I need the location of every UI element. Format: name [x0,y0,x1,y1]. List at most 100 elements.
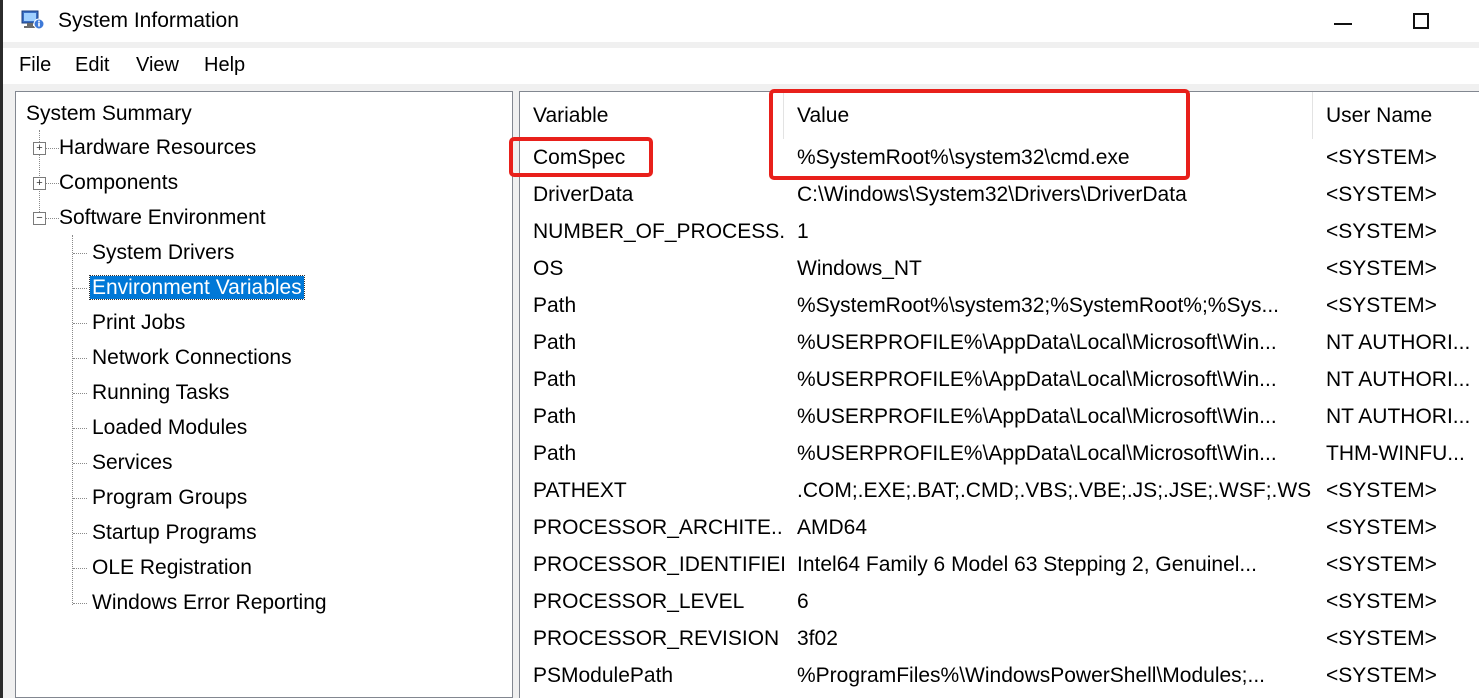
cell-value: %USERPROFILE%\AppData\Local\Microsoft\Wi… [797,368,1277,391]
table-row[interactable]: Path %USERPROFILE%\AppData\Local\Microsof… [520,361,1479,398]
title-bar[interactable]: System Information [3,0,1479,42]
tree-item-label: Hardware Resources [59,136,257,159]
table-row[interactable]: Path %USERPROFILE%\AppData\Local\Microsof… [520,324,1479,361]
cell-user-name: <SYSTEM> [1326,516,1437,539]
cell-user-name: <SYSTEM> [1326,220,1437,243]
tree-item-label: Startup Programs [92,521,257,544]
column-header-user-name[interactable]: User Name [1313,92,1479,139]
cell-user-name: <SYSTEM> [1326,553,1437,576]
menu-edit[interactable]: Edit [75,54,109,77]
table-row[interactable]: PROCESSOR_REVISION 3f02 <SYSTEM> [520,620,1479,657]
tree-item-label: OLE Registration [92,556,252,579]
cell-variable: PROCESSOR_IDENTIFIER [533,553,784,576]
system-information-window: System Information File Edit View Help S… [0,0,1479,698]
tree-item-label: Loaded Modules [92,416,248,439]
tree-item-components[interactable]: Components [59,166,178,200]
tree-connector [45,218,59,219]
column-header-variable[interactable]: Variable [520,92,784,139]
cell-user-name: <SYSTEM> [1326,294,1437,317]
cell-user-name: <SYSTEM> [1326,479,1437,502]
tree-connector [73,358,87,359]
tree-item-print-jobs[interactable]: Print Jobs [92,306,185,340]
tree-item-ole-registration[interactable]: OLE Registration [92,551,252,585]
table-row[interactable]: PSModulePath %ProgramFiles%\WindowsPowerS… [520,657,1479,694]
cell-user-name: <SYSTEM> [1326,664,1437,687]
tree-item-startup-programs[interactable]: Startup Programs [92,516,257,550]
tree-item-label: Program Groups [92,486,248,509]
tree-item-environment-variables[interactable]: Environment Variables [89,271,305,305]
tree-item-software-environment[interactable]: Software Environment [59,201,266,235]
expand-plus-icon[interactable]: + [33,142,46,155]
tree-item-loaded-modules[interactable]: Loaded Modules [92,411,247,445]
table-row[interactable]: PROCESSOR_IDENTIFIER Intel64 Family 6 Mod… [520,546,1479,583]
menu-help[interactable]: Help [204,54,245,77]
menu-file[interactable]: File [19,54,51,77]
tree-item-label-selected: Environment Variables [89,275,305,300]
tree-item-running-tasks[interactable]: Running Tasks [92,376,229,410]
expand-plus-icon[interactable]: + [33,177,46,190]
table-row[interactable]: DriverData C:\Windows\System32\Drivers\Dr… [520,176,1479,213]
maximize-button[interactable] [1393,0,1449,42]
cell-variable: OS [533,257,564,280]
tree-connector [73,253,87,254]
column-header-row: Variable Value User Name [520,92,1479,139]
tree-connector [73,323,87,324]
table-row[interactable]: Path %USERPROFILE%\AppData\Local\Microsof… [520,435,1479,472]
cell-value: Intel64 Family 6 Model 63 Stepping 2, Ge… [797,553,1257,576]
maximize-icon [1413,13,1429,29]
cell-value: %SystemRoot%\system32\cmd.exe [797,146,1130,169]
cell-value: 6 [797,590,809,613]
cell-variable: PROCESSOR_LEVEL [533,590,745,613]
cell-variable: PROCESSOR_ARCHITE... [533,516,784,539]
tree-item-label: Windows Error Reporting [92,591,327,614]
tree-item-network-connections[interactable]: Network Connections [92,341,292,375]
tree-connector [73,603,87,604]
column-header-value[interactable]: Value [784,92,1313,139]
cell-value: %USERPROFILE%\AppData\Local\Microsoft\Wi… [797,331,1277,354]
cell-user-name: <SYSTEM> [1326,183,1437,206]
tree-item-windows-error-reporting[interactable]: Windows Error Reporting [92,586,327,620]
collapse-minus-icon[interactable]: − [33,212,46,225]
table-row[interactable]: Path %SystemRoot%\system32;%SystemRoot%;%… [520,287,1479,324]
cell-variable: Path [533,368,577,391]
table-row[interactable]: PROCESSOR_LEVEL 6 <SYSTEM> [520,583,1479,620]
tree-item-label: Network Connections [92,346,292,369]
tree-connector [73,533,87,534]
tree-connector [73,463,87,464]
cell-variable: Path [533,405,577,428]
tree-connector [45,148,59,149]
menu-view[interactable]: View [136,54,179,77]
category-tree[interactable]: System Summary + Hardware Resources + Co… [15,91,513,698]
tree-connector [73,498,87,499]
table-row[interactable]: PROCESSOR_ARCHITE... AMD64 <SYSTEM> [520,509,1479,546]
cell-variable: PROCESSOR_REVISION [533,627,780,650]
environment-variables-list[interactable]: Variable Value User Name ComSpec %SystemR… [519,91,1479,698]
tree-connector [73,428,87,429]
table-row[interactable]: OS Windows_NT <SYSTEM> [520,250,1479,287]
minimize-button[interactable] [1315,0,1371,42]
cell-user-name: NT AUTHORI... [1326,368,1471,391]
cell-value: 3f02 [797,627,838,650]
table-row[interactable]: NUMBER_OF_PROCESS... 1 <SYSTEM> [520,213,1479,250]
tree-connector [73,393,87,394]
tree-connector [73,568,87,569]
cell-value: %USERPROFILE%\AppData\Local\Microsoft\Wi… [797,405,1277,428]
tree-connector [73,288,87,289]
cell-variable: NUMBER_OF_PROCESS... [533,220,784,243]
cell-value: AMD64 [797,516,868,539]
cell-user-name: <SYSTEM> [1326,146,1437,169]
tree-item-label: System Drivers [92,241,235,264]
table-row[interactable]: Path %USERPROFILE%\AppData\Local\Microsof… [520,398,1479,435]
tree-item-label: Print Jobs [92,311,186,334]
tree-item-system-summary[interactable]: System Summary [26,97,192,131]
tree-item-label: System Summary [26,102,192,125]
menu-bar: File Edit View Help [3,48,1479,84]
tree-item-hardware-resources[interactable]: Hardware Resources [59,131,256,165]
tree-item-program-groups[interactable]: Program Groups [92,481,247,515]
tree-item-services[interactable]: Services [92,446,173,480]
cell-user-name: NT AUTHORI... [1326,331,1471,354]
tree-item-system-drivers[interactable]: System Drivers [92,236,234,270]
tree-item-label: Components [59,171,179,194]
table-row[interactable]: ComSpec %SystemRoot%\system32\cmd.exe <SYS… [520,139,1479,176]
table-row[interactable]: PATHEXT .COM;.EXE;.BAT;.CMD;.VBS;.VBE;.JS… [520,472,1479,509]
